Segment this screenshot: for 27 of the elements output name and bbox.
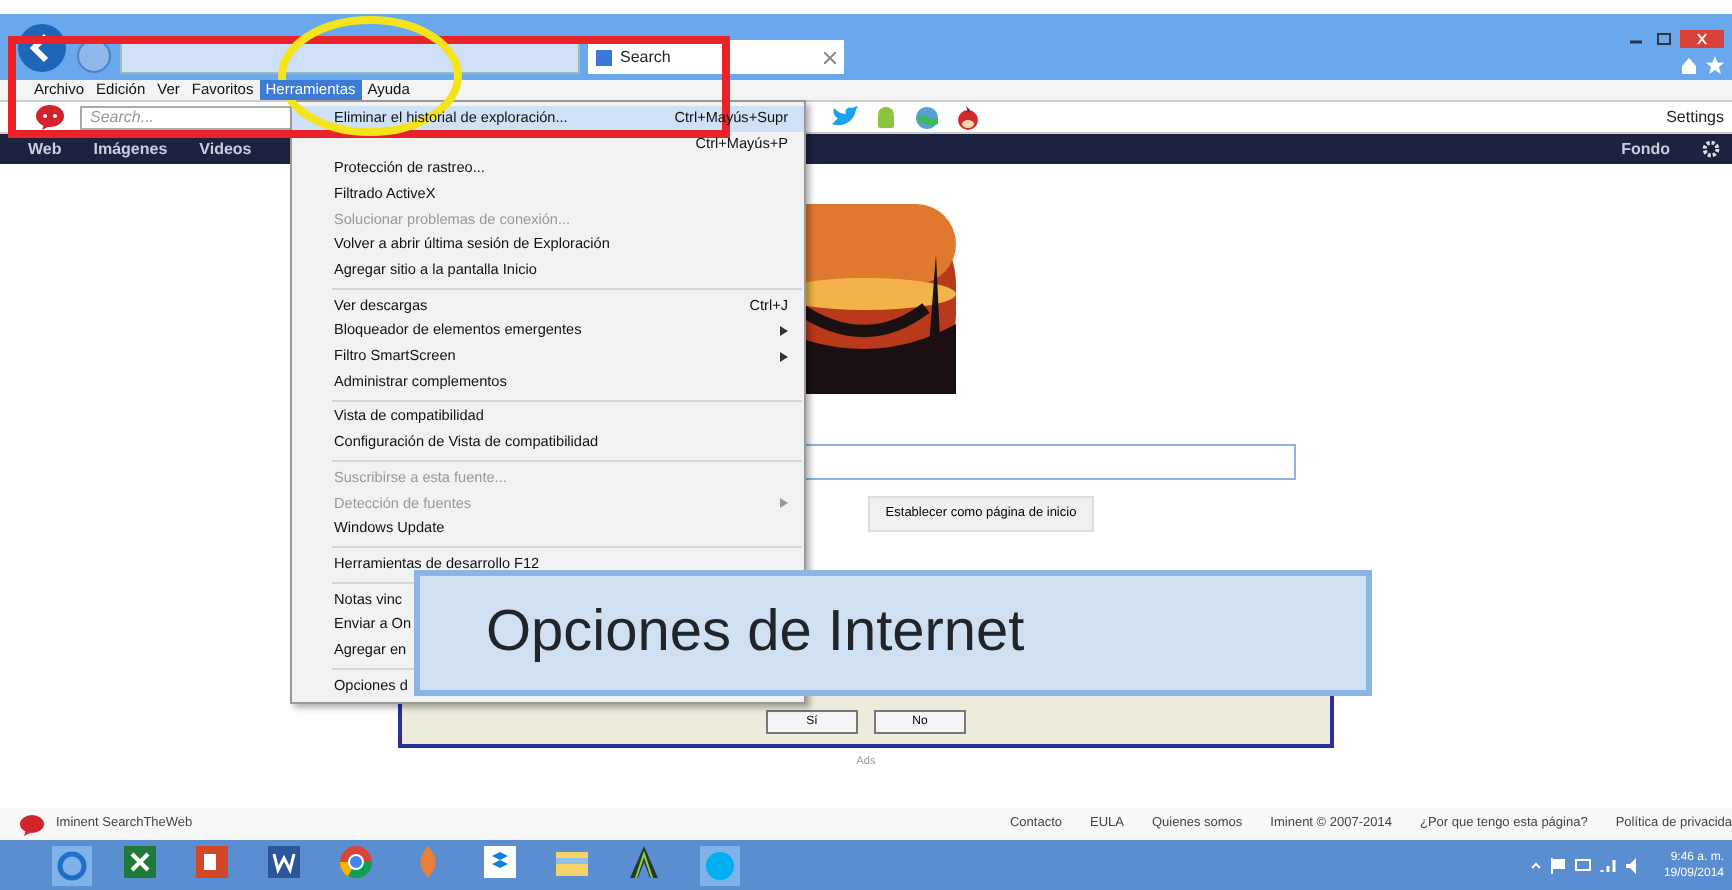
nav-link[interactable]: Web — [28, 137, 62, 161]
settings-link[interactable]: Settings — [1666, 105, 1724, 129]
signal-icon[interactable] — [1599, 857, 1618, 873]
speech-bubble-icon — [36, 104, 64, 130]
round-bird-icon[interactable] — [956, 105, 980, 129]
back-button[interactable] — [16, 22, 68, 74]
restore-button[interactable] — [1652, 30, 1676, 48]
browser-tab[interactable]: Search — [588, 40, 844, 74]
speech-bubble-icon — [20, 813, 44, 835]
callout-tooltip: Opciones de Internet — [414, 570, 1372, 696]
browser-icon[interactable] — [52, 845, 92, 885]
background-link[interactable]: Fondo — [1621, 137, 1670, 161]
flag-icon[interactable] — [1549, 857, 1566, 873]
close-icon[interactable] — [824, 51, 836, 63]
bird-icon[interactable] — [832, 106, 858, 128]
settings-icon[interactable] — [1702, 140, 1720, 158]
home-icon[interactable] — [1680, 56, 1698, 74]
chevron-up-icon[interactable] — [1529, 859, 1542, 871]
forward-button[interactable] — [76, 38, 112, 74]
nav-link[interactable]: Videos — [199, 137, 252, 161]
globe-icon[interactable] — [914, 105, 940, 129]
nav-link[interactable]: Imágenes — [93, 137, 168, 161]
page-icon — [596, 49, 612, 65]
robot-icon[interactable] — [874, 105, 898, 129]
close-button[interactable] — [1680, 30, 1724, 48]
star-icon[interactable] — [1706, 56, 1724, 74]
monitor-icon[interactable] — [1573, 857, 1592, 873]
